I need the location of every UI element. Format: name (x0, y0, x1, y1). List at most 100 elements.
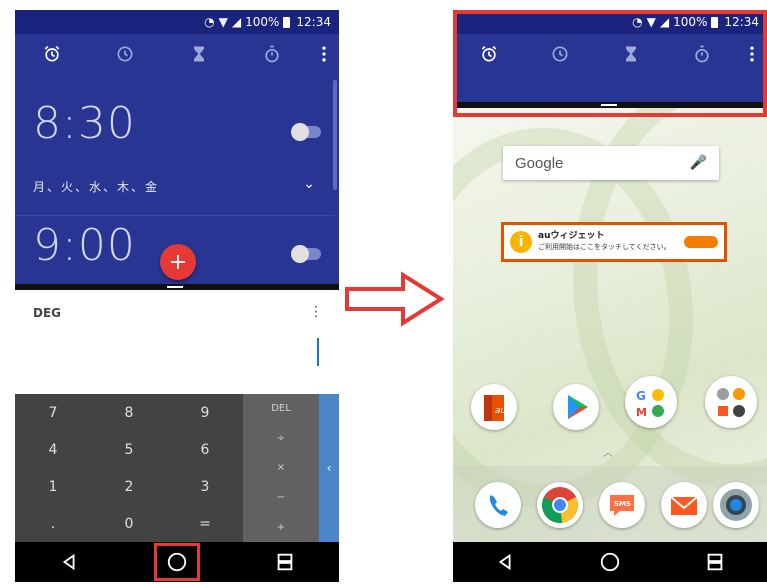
home-button[interactable] (590, 546, 630, 578)
sms-app-icon[interactable]: SMS (599, 482, 645, 528)
alarm-clock-icon (481, 45, 496, 62)
key-9[interactable]: 9 (167, 394, 243, 431)
status-bar: ◔ ▼ ◢ 100% 12:34 (453, 10, 767, 34)
svg-text:M: M (636, 406, 647, 419)
google-search-bar[interactable]: Google 🎤 (503, 146, 719, 180)
input-cursor (317, 338, 319, 366)
back-button[interactable] (485, 546, 525, 578)
tab-stopwatch[interactable] (236, 44, 310, 64)
camera-app-icon[interactable] (713, 482, 759, 528)
play-store-icon[interactable] (553, 384, 599, 430)
key-delete[interactable]: DEL (243, 394, 319, 424)
chrome-icon[interactable] (537, 482, 583, 528)
alarm-list: 8:30 月、火、水、木、金 ⌄ 9:00 + (15, 74, 339, 284)
key-4[interactable]: 4 (15, 431, 91, 468)
plus-icon: + (168, 249, 188, 275)
home-button[interactable] (154, 543, 200, 581)
calculator-keypad: 7 8 9 4 5 6 1 2 3 . 0 = DEL ÷ × − + ‹ (15, 394, 339, 542)
chevron-down-icon[interactable]: ⌄ (303, 176, 315, 192)
au-mail-icon[interactable] (661, 482, 707, 528)
tab-alarm[interactable] (453, 44, 524, 64)
alarm-days-1: 月、火、水、木、金 (33, 180, 160, 194)
google-apps-folder[interactable]: GM (625, 376, 677, 428)
key-decimal[interactable]: . (15, 505, 91, 542)
status-time: 12:34 (724, 15, 759, 29)
tab-clock[interactable] (524, 44, 595, 64)
tab-timer[interactable] (162, 44, 236, 64)
status-bar: ◔ ▼ ◢ 100% 12:34 (15, 10, 339, 34)
stopwatch-icon (694, 45, 709, 63)
recents-button[interactable] (265, 546, 305, 578)
key-plus[interactable]: + (243, 512, 319, 542)
phone-handset-icon (480, 487, 516, 523)
back-triangle-icon (499, 553, 511, 571)
key-5[interactable]: 5 (91, 431, 167, 468)
au-widget[interactable]: i auウィジェット ご利用開始はここをタッチしてください。 (501, 222, 727, 262)
alarm-time-2[interactable]: 9:00 (33, 220, 136, 271)
tab-clock[interactable] (89, 44, 163, 64)
alarm-toggle-1[interactable] (291, 123, 321, 141)
battery-icon (711, 16, 719, 28)
battery-percent: 100% (673, 15, 708, 29)
mail-envelope-icon (670, 496, 698, 515)
split-handle[interactable] (601, 104, 617, 106)
toggle-knob (291, 245, 309, 263)
battery-icon (283, 16, 291, 28)
alarm-clock-icon (44, 45, 60, 62)
signal-icon: ◢ (231, 15, 242, 29)
home-circle-icon (600, 552, 620, 572)
tab-timer[interactable] (595, 44, 666, 64)
more-menu-button[interactable] (309, 44, 339, 64)
angle-mode[interactable]: DEG (33, 306, 61, 320)
camera-lens-icon (720, 489, 752, 521)
key-1[interactable]: 1 (15, 468, 91, 505)
screen-root: ◔ ▼ ◢ 100% 12:34 8:30 月、火、水、木、金 ⌄ 9:00 +… (0, 0, 767, 584)
key-0[interactable]: 0 (91, 505, 167, 542)
advanced-panel-toggle[interactable]: ‹ (319, 394, 339, 542)
alarm-divider (15, 215, 335, 216)
more-vert-icon[interactable]: ⋮ (309, 304, 323, 320)
phone-app-icon[interactable] (475, 482, 521, 528)
key-8[interactable]: 8 (91, 394, 167, 431)
phone-left: ◔ ▼ ◢ 100% 12:34 8:30 月、火、水、木、金 ⌄ 9:00 +… (15, 10, 339, 582)
key-2[interactable]: 2 (91, 468, 167, 505)
wifi-icon: ▼ (646, 15, 656, 29)
svg-text:SMS: SMS (614, 500, 631, 508)
nav-bar (453, 542, 767, 582)
tab-alarm[interactable] (15, 44, 89, 64)
hourglass-icon (193, 46, 204, 62)
back-triangle-icon (62, 553, 75, 571)
key-minus[interactable]: − (243, 483, 319, 513)
au-widget-text: auウィジェット ご利用開始はここをタッチしてください。 (538, 231, 671, 253)
key-6[interactable]: 6 (167, 431, 243, 468)
more-menu-button[interactable] (737, 44, 767, 64)
back-button[interactable] (49, 546, 89, 578)
recents-button[interactable] (695, 546, 735, 578)
hourglass-icon (625, 46, 636, 62)
more-vert-icon (322, 46, 326, 62)
add-alarm-button[interactable]: + (160, 244, 196, 280)
alarm-scrollbar[interactable] (333, 80, 337, 190)
key-multiply[interactable]: × (243, 453, 319, 483)
app-drawer-arrow-icon[interactable]: ︿ (603, 444, 613, 459)
microphone-icon[interactable]: 🎤 (690, 155, 707, 171)
split-handle[interactable] (167, 286, 183, 288)
tools-folder[interactable] (705, 376, 757, 428)
clock-icon (117, 46, 133, 62)
key-equals[interactable]: = (167, 505, 243, 542)
au-widget-title: auウィジェット (538, 231, 605, 241)
tab-stopwatch[interactable] (666, 44, 737, 64)
stopwatch-icon (265, 45, 279, 63)
toggle-knob (291, 123, 309, 141)
au-app-icon[interactable]: au (471, 384, 517, 430)
alarm-toggle-2[interactable] (291, 245, 321, 263)
clock-tabs (15, 34, 339, 74)
key-7[interactable]: 7 (15, 394, 91, 431)
wifi-icon: ▼ (218, 15, 228, 29)
key-3[interactable]: 3 (167, 468, 243, 505)
key-divide[interactable]: ÷ (243, 424, 319, 454)
alarm-time-1[interactable]: 8:30 (33, 98, 136, 149)
calculator-display: DEG ⋮ (15, 290, 339, 394)
sms-bubble-icon: SMS (610, 495, 634, 516)
more-vert-icon (750, 46, 754, 62)
